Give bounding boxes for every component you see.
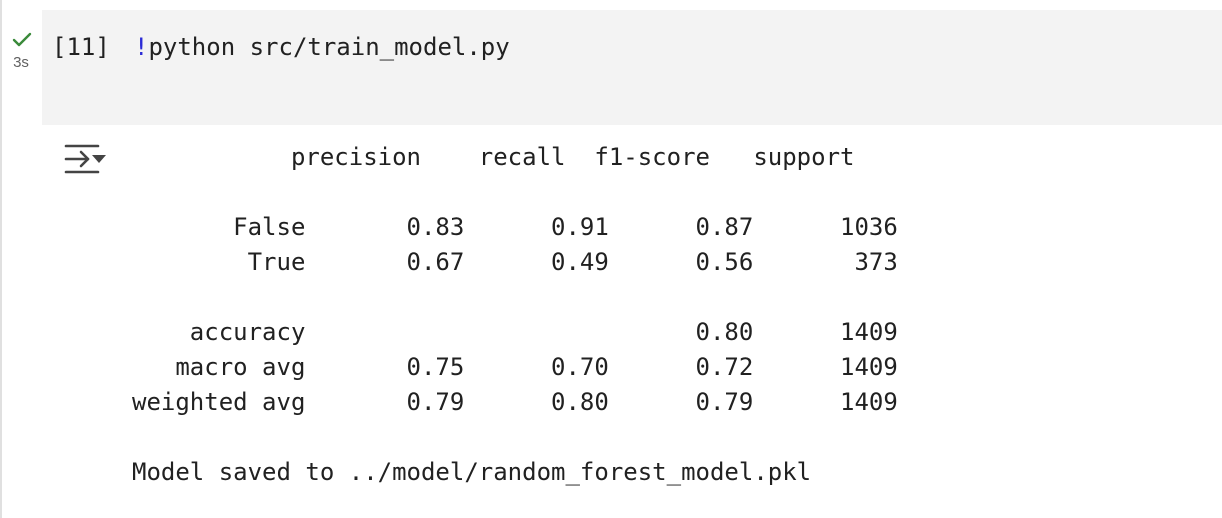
code-cell[interactable]: [11] !python src/train_model.py xyxy=(42,10,1222,125)
output-line: precision recall f1-score support xyxy=(132,143,855,171)
cell-output: precision recall f1-score support False … xyxy=(132,140,898,490)
cell-gutter: 3s xyxy=(0,0,42,125)
execution-count: [11] xyxy=(52,33,110,61)
code-text: python src/train_model.py xyxy=(148,33,510,61)
check-icon xyxy=(12,32,32,47)
output-toggle-icon[interactable] xyxy=(60,140,108,178)
shell-bang: ! xyxy=(134,33,149,61)
execution-time: 3s xyxy=(13,54,29,71)
notebook-cell: 3s [11] !python src/train_model.py preci… xyxy=(0,0,1222,518)
output-line: accuracy 0.80 1409 xyxy=(132,318,898,346)
code-editor[interactable]: !python src/train_model.py xyxy=(134,33,510,61)
output-line: Model saved to ../model/random_forest_mo… xyxy=(132,458,812,486)
output-line: weighted avg 0.79 0.80 0.79 1409 xyxy=(132,388,898,416)
output-line: macro avg 0.75 0.70 0.72 1409 xyxy=(132,353,898,381)
output-line: True 0.67 0.49 0.56 373 xyxy=(132,248,898,276)
output-line: False 0.83 0.91 0.87 1036 xyxy=(132,213,898,241)
